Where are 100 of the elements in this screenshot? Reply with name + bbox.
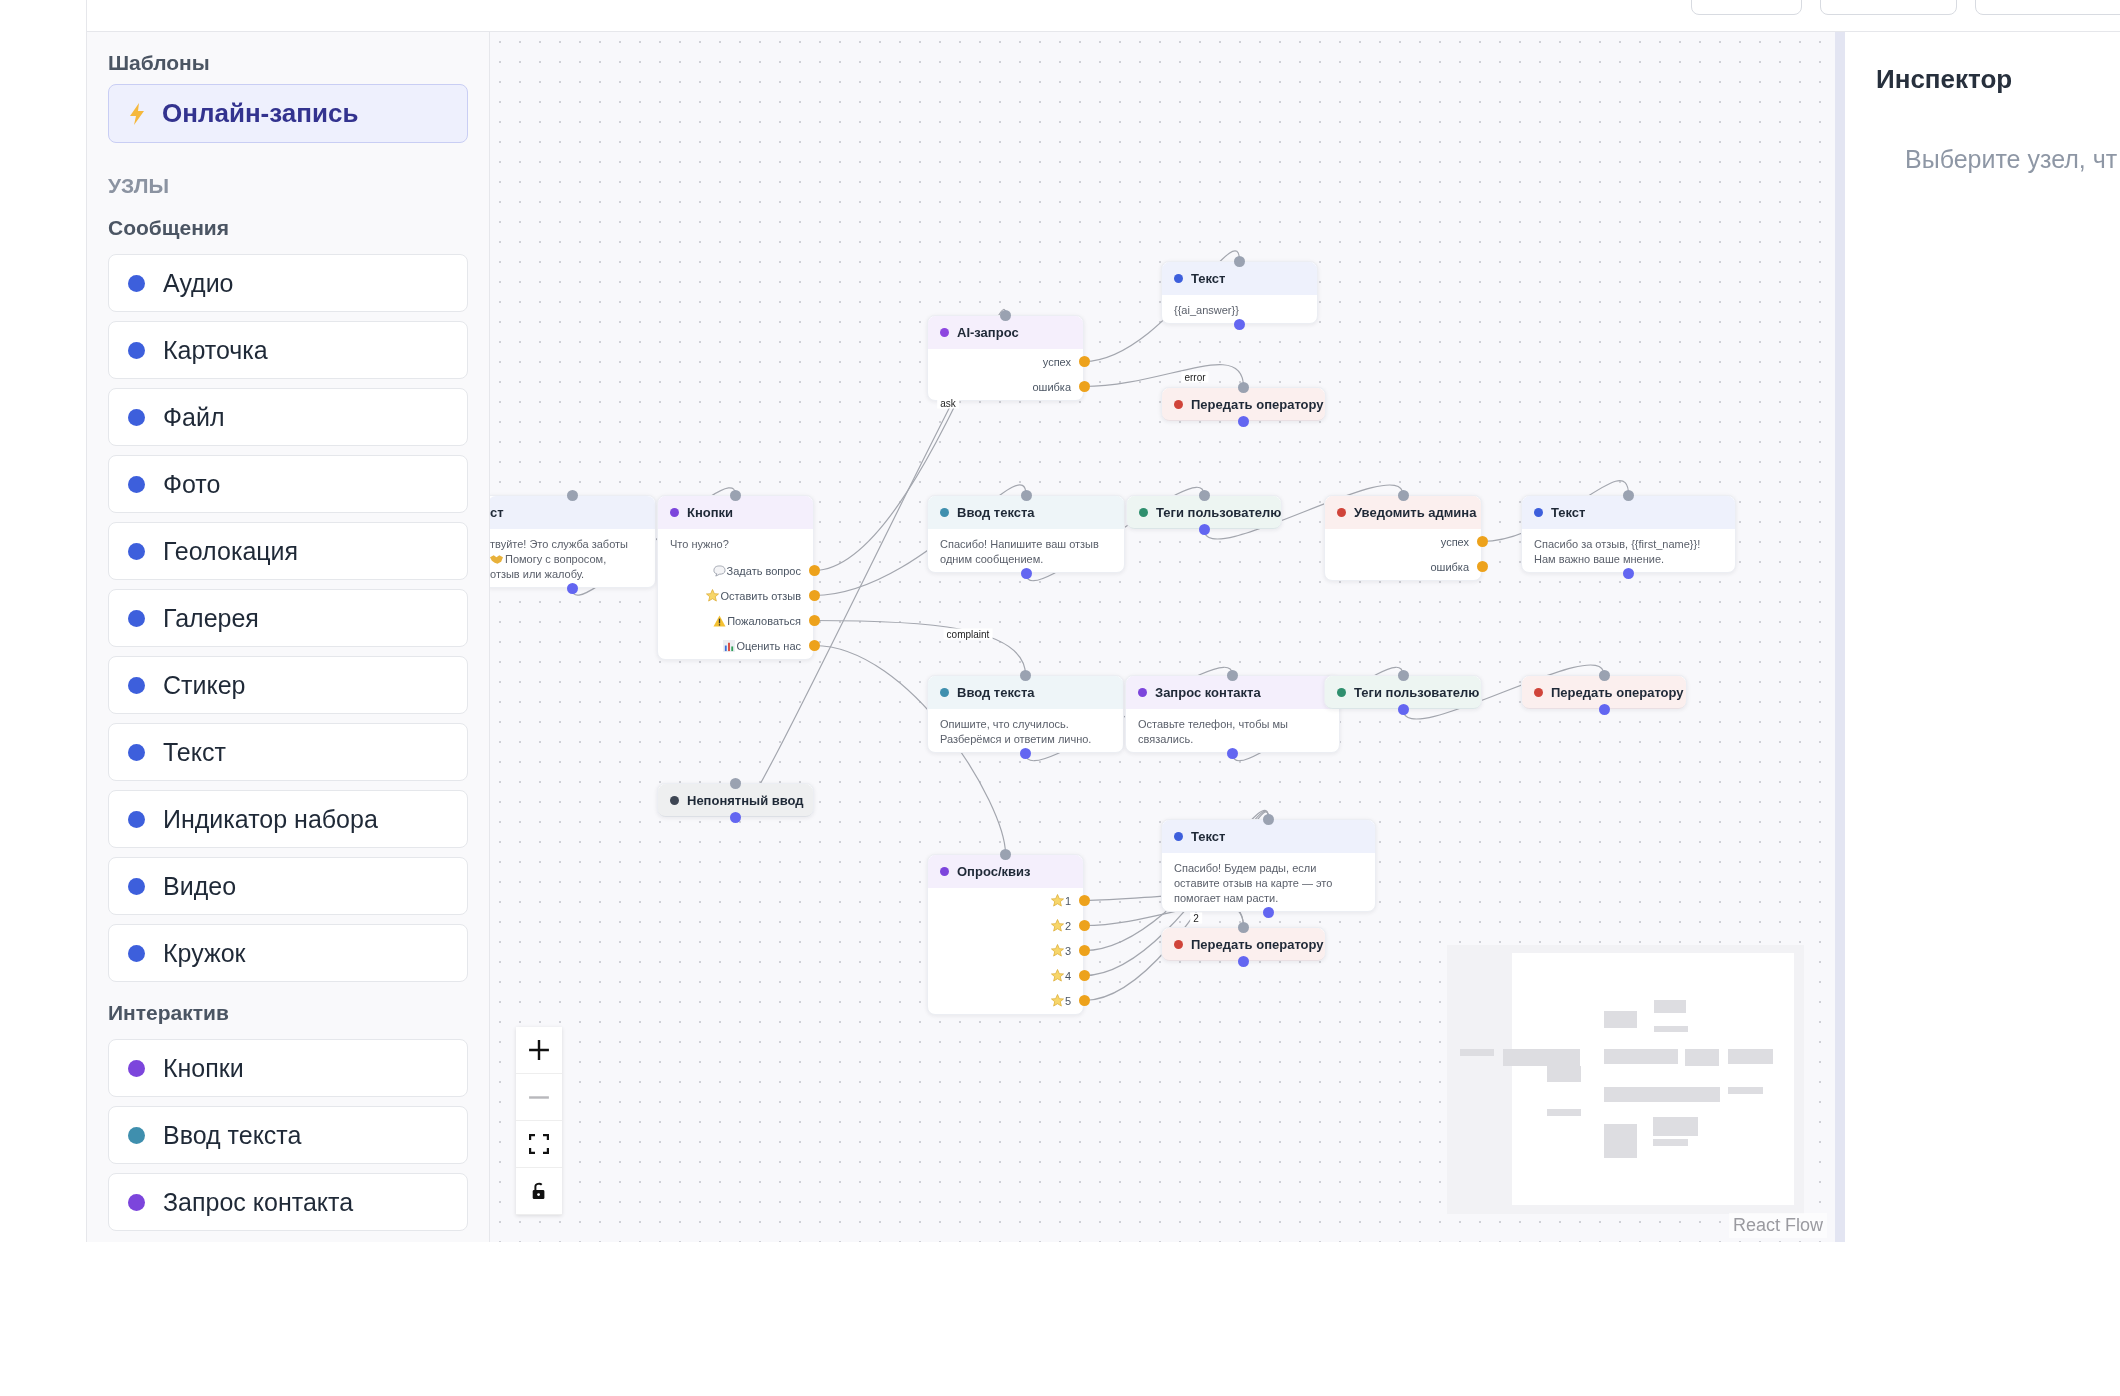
flow-node[interactable]: Опрос/квиз 1 2 3 4 5 xyxy=(927,854,1084,1015)
node-palette-item[interactable]: Стикер xyxy=(108,656,468,714)
output-handle[interactable] xyxy=(1020,747,1031,759)
input-handle[interactable] xyxy=(1234,255,1245,267)
node-palette-item[interactable]: Галерея xyxy=(108,589,468,647)
node-palette-item[interactable]: Индикатор набора xyxy=(108,790,468,848)
flow-node[interactable]: Передать оператору xyxy=(1161,927,1326,961)
star-icon xyxy=(1050,944,1064,957)
node-palette-item[interactable]: Фото xyxy=(108,455,468,513)
node-text: Оставьте телефон, чтобы мы xyxy=(1138,717,1288,730)
output-handle[interactable] xyxy=(1397,703,1409,715)
input-handle[interactable] xyxy=(1238,381,1249,393)
node-palette-item[interactable]: Карточка xyxy=(108,321,468,379)
output-handle[interactable] xyxy=(808,590,820,601)
flow-node[interactable]: Уведомить админа успех ошибка xyxy=(1324,495,1482,581)
flow-node[interactable]: Ввод текста Спасибо! Напишите ваш отзыв одним сообщением. xyxy=(927,495,1125,573)
output-handle[interactable] xyxy=(1078,895,1090,906)
node-palette-item[interactable]: Кружок xyxy=(108,924,468,982)
lock-button[interactable] xyxy=(516,1168,562,1215)
output-handle[interactable] xyxy=(1078,356,1090,367)
node-text: Разберёмся и ответим лично. xyxy=(940,732,1092,745)
flow-node[interactable]: Непонятный ввод xyxy=(657,783,814,817)
edge-label: error xyxy=(1181,371,1209,383)
input-handle[interactable] xyxy=(1000,309,1011,321)
output-handle[interactable] xyxy=(1598,703,1610,715)
output-handle[interactable] xyxy=(730,811,741,823)
input-handle[interactable] xyxy=(1020,669,1031,681)
flow-node[interactable]: Передать оператору xyxy=(1161,387,1326,421)
output-handle[interactable] xyxy=(566,582,578,594)
flow-node[interactable]: Ввод текста Опишите, что случилось. Разберёмся и ответим лично. xyxy=(927,675,1124,753)
output-handle[interactable] xyxy=(1020,567,1032,579)
node-text: {{ai_answer}} xyxy=(1174,303,1239,316)
edge-label: 2 xyxy=(1190,912,1202,924)
flow-node[interactable]: Передать оператору xyxy=(1521,675,1687,709)
node-title: Кнопки xyxy=(687,505,734,520)
node-title: Текст xyxy=(1551,505,1586,520)
star-icon xyxy=(1050,969,1064,982)
node-palette-item[interactable]: Кнопки xyxy=(108,1039,468,1097)
output-handle[interactable] xyxy=(808,640,820,651)
output-handle[interactable] xyxy=(808,565,820,576)
input-handle[interactable] xyxy=(1598,669,1610,681)
output-label: успех xyxy=(1440,535,1469,548)
output-handle[interactable] xyxy=(1078,995,1090,1006)
input-handle[interactable] xyxy=(1623,489,1634,501)
node-palette-item[interactable]: Файл xyxy=(108,388,468,446)
flow-node[interactable]: Запрос контакта Оставьте телефон, чтобы мы связались. xyxy=(1125,675,1340,753)
node-palette-item[interactable]: Текст xyxy=(108,723,468,781)
flow-node[interactable]: ст твуйте! Это служба заботы Помогу с вопросом, отзыв или жалобу. xyxy=(490,495,656,588)
flow-node[interactable]: Текст {{ai_answer}} xyxy=(1161,261,1318,324)
group-title: Сообщения xyxy=(108,215,231,241)
node-title: Текст xyxy=(1191,271,1226,286)
node-palette-item[interactable]: Аудио xyxy=(108,254,468,312)
input-handle[interactable] xyxy=(1020,489,1032,501)
node-title: AI-запрос xyxy=(957,325,1019,340)
minimap[interactable] xyxy=(1447,945,1804,1214)
output-handle[interactable] xyxy=(1227,747,1238,759)
input-handle[interactable] xyxy=(1227,669,1238,681)
flow-node[interactable]: Текст Спасибо! Будем рады, если оставите отзыв на карте — это помогает нам расти. xyxy=(1161,819,1376,912)
node-palette-item[interactable]: Ввод текста xyxy=(108,1106,468,1164)
node-title: Непонятный ввод xyxy=(687,793,804,808)
zoom-in-button[interactable] xyxy=(516,1027,562,1074)
flow-node[interactable]: Теги пользователю xyxy=(1324,675,1482,709)
output-handle[interactable] xyxy=(1078,920,1090,931)
node-title: Теги пользователю xyxy=(1354,685,1480,700)
output-handle[interactable] xyxy=(1238,415,1249,427)
output-handle[interactable] xyxy=(1476,561,1488,572)
flow-node[interactable]: Текст Спасибо за отзыв, {{first_name}}! Нам важно ваше мнение. xyxy=(1521,495,1736,573)
output-handle[interactable] xyxy=(1078,945,1090,956)
input-handle[interactable] xyxy=(730,489,741,501)
output-handle[interactable] xyxy=(1623,567,1634,579)
flow-node[interactable]: Кнопки Что нужно? Задать вопрос Оставить отзыв Пожаловаться Оценить нас xyxy=(657,495,814,660)
output-handle[interactable] xyxy=(1078,970,1090,981)
input-handle[interactable] xyxy=(1263,813,1274,825)
output-handle[interactable] xyxy=(808,615,820,626)
node-palette-item[interactable]: Запрос контакта xyxy=(108,1173,468,1231)
edge-label: complaint xyxy=(943,628,993,640)
panel-title: Инспектор xyxy=(1876,64,2014,95)
output-label: ошибка xyxy=(1032,380,1071,393)
output-handle[interactable] xyxy=(1238,955,1249,967)
output-handle[interactable] xyxy=(1078,381,1090,392)
output-handle[interactable] xyxy=(1476,536,1488,547)
output-handle[interactable] xyxy=(1263,906,1274,918)
node-title: Уведомить админа xyxy=(1354,505,1477,520)
node-text: Опишите, что случилось. xyxy=(940,717,1069,730)
input-handle[interactable] xyxy=(1397,489,1409,501)
input-handle[interactable] xyxy=(730,777,741,789)
fit-view-button[interactable] xyxy=(516,1121,562,1168)
node-palette-item[interactable]: Геолокация xyxy=(108,522,468,580)
node-palette-item[interactable]: Видео xyxy=(108,857,468,915)
output-handle[interactable] xyxy=(1198,523,1210,535)
section-title: Шаблоны xyxy=(108,50,211,76)
input-handle[interactable] xyxy=(1198,489,1210,501)
output-handle[interactable] xyxy=(1234,318,1245,330)
input-handle[interactable] xyxy=(1397,669,1409,681)
input-handle[interactable] xyxy=(1238,921,1249,933)
template-button[interactable]: Онлайн-запись xyxy=(108,84,468,143)
flow-node[interactable]: Теги пользователю xyxy=(1126,495,1282,529)
node-text: Нам важно ваше мнение. xyxy=(1534,552,1665,565)
input-handle[interactable] xyxy=(1000,848,1011,860)
input-handle[interactable] xyxy=(566,489,578,501)
